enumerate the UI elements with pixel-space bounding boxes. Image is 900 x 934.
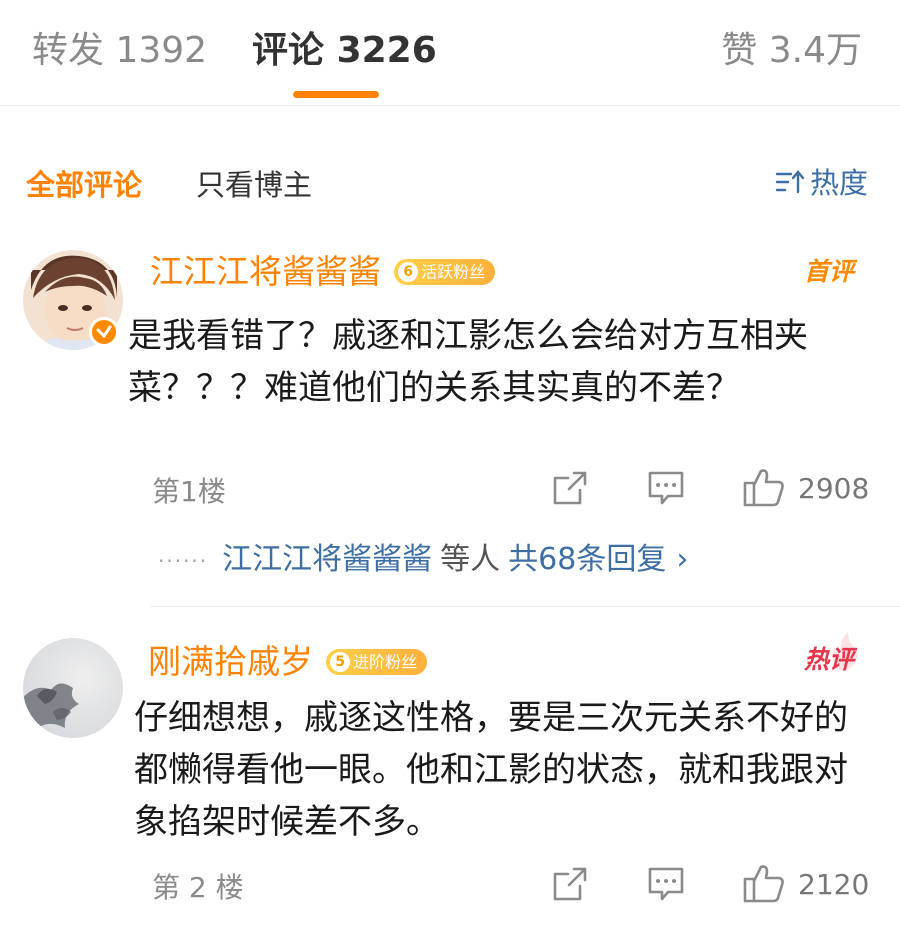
hot-comment-tag: 热评 — [803, 645, 854, 674]
tab-comments-count: 3226 — [336, 30, 437, 71]
comment-item: 江江江将酱酱酱 6 活跃粉丝 首评 是我看错了？戚逐和江影怎么会给对方互相夹菜？？… — [0, 240, 900, 600]
fan-badge[interactable]: 5 进阶粉丝 — [326, 649, 428, 675]
like-count: 2908 — [798, 472, 870, 505]
share-icon[interactable] — [550, 864, 590, 908]
like-icon[interactable] — [742, 862, 786, 908]
sort-icon — [774, 168, 806, 203]
tab-bar: 转发 1392 评论 3226 赞 3.4万 — [0, 0, 900, 106]
floor-number: 第 2 楼 — [152, 871, 244, 904]
tab-forward[interactable]: 转发 1392 — [32, 28, 207, 74]
first-comment-tag: 首评 — [803, 257, 854, 286]
fan-level: 5 — [330, 651, 351, 672]
fan-badge-label: 活跃粉丝 — [421, 262, 486, 282]
like-count: 2120 — [798, 868, 870, 901]
share-icon[interactable] — [550, 468, 590, 512]
sort-by-popularity-button[interactable]: 热度 — [774, 160, 868, 203]
chevron-right-icon: › — [676, 542, 689, 577]
active-tab-indicator — [293, 91, 379, 98]
tab-comments-label: 评论 — [252, 30, 325, 71]
comment-actions: 第 2 楼 2120 — [152, 862, 872, 906]
comment-header: 刚满拾戚岁 5 进阶粉丝 — [148, 640, 428, 684]
tab-forward-label: 转发 — [32, 30, 105, 71]
username[interactable]: 刚满拾戚岁 — [148, 640, 313, 684]
comment-text[interactable]: 仔细想想，戚逐这性格，要是三次元关系不好的都懒得看他一眼。他和江影的状态，就和我… — [134, 692, 854, 848]
comment-actions: 第1楼 2908 — [152, 466, 872, 510]
fan-level: 6 — [398, 261, 419, 282]
comment-item: 刚满拾戚岁 5 进阶粉丝 热评 仔细想想，戚逐这性格，要是三次元关系不好的都懒得看… — [0, 628, 900, 934]
fan-badge-label: 进阶粉丝 — [353, 652, 418, 672]
view-replies-link[interactable]: ······ 江江江将酱酱酱 等人 共68条回复 › — [158, 534, 688, 578]
verified-badge-icon — [89, 317, 119, 347]
tab-comments[interactable]: 评论 3226 — [252, 28, 437, 74]
reply-etc: 等人 — [440, 542, 501, 577]
avatar[interactable] — [23, 638, 123, 738]
comment-icon[interactable] — [646, 864, 686, 908]
username[interactable]: 江江江将酱酱酱 — [150, 250, 381, 294]
comment-icon[interactable] — [646, 468, 686, 512]
divider — [150, 606, 900, 607]
filter-all-comments[interactable]: 全部评论 — [26, 162, 142, 204]
reply-total: 共68条回复 — [508, 542, 667, 577]
comment-text[interactable]: 是我看错了？戚逐和江影怎么会给对方互相夹菜？？？难道他们的关系其实真的不差？ — [128, 310, 848, 414]
filter-poster-only[interactable]: 只看博主 — [196, 162, 312, 204]
tab-likes-label: 赞 — [721, 30, 758, 71]
tab-likes[interactable]: 赞 3.4万 — [721, 28, 862, 74]
tab-likes-count: 3.4万 — [768, 30, 862, 71]
like-icon[interactable] — [742, 466, 786, 512]
fan-badge[interactable]: 6 活跃粉丝 — [394, 259, 496, 285]
comment-filter-bar: 全部评论 只看博主 热度 — [0, 150, 900, 210]
reply-author: 江江江将酱酱酱 — [222, 542, 433, 577]
sort-label: 热度 — [809, 166, 868, 200]
comment-header: 江江江将酱酱酱 6 活跃粉丝 — [150, 250, 496, 294]
floor-number: 第1楼 — [152, 475, 226, 508]
tab-forward-count: 1392 — [115, 30, 208, 71]
more-dots-icon: ······ — [158, 548, 209, 573]
